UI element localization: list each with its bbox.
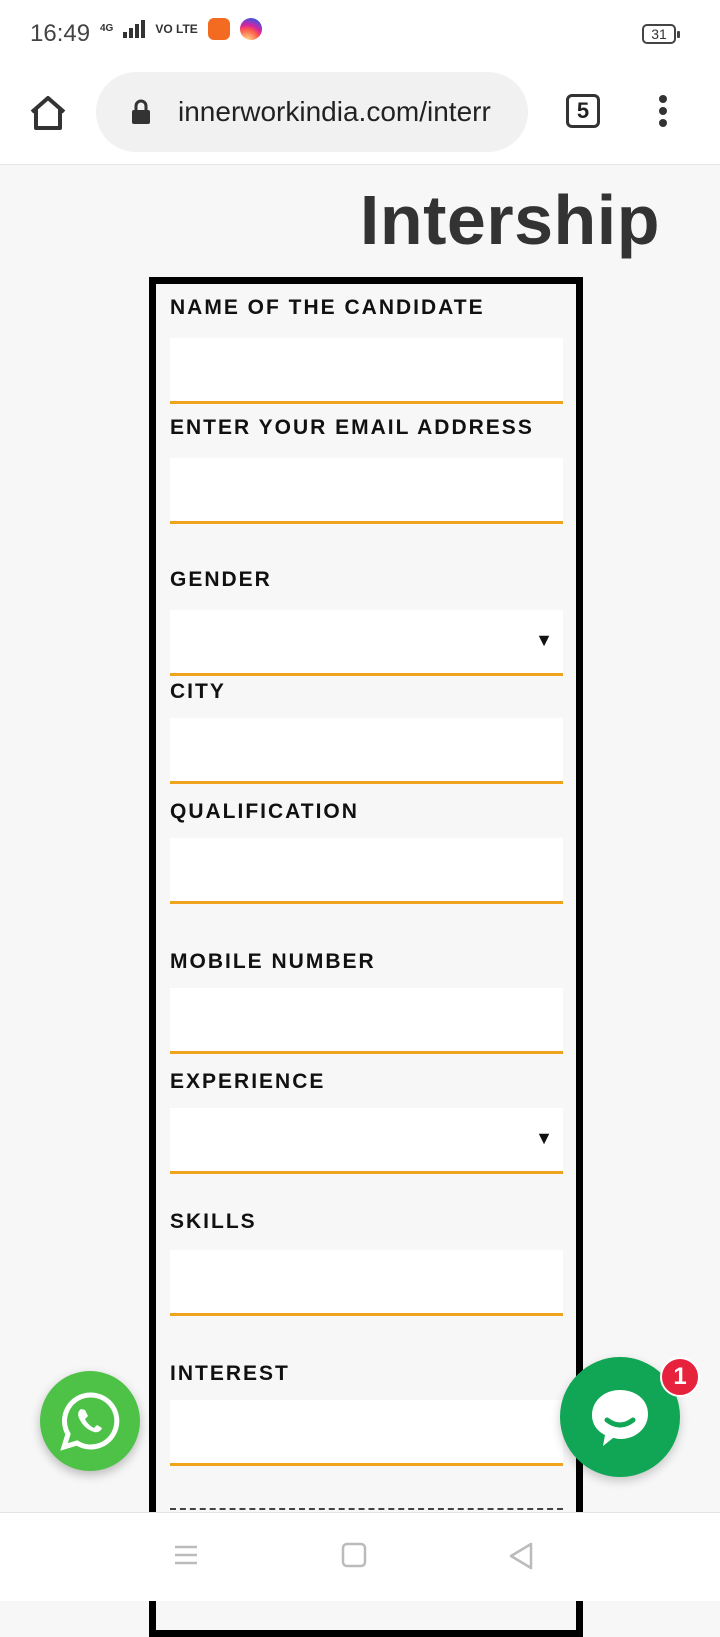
home-button[interactable] (26, 90, 70, 134)
skills-input[interactable] (170, 1250, 563, 1316)
menu-dot-icon (659, 119, 667, 127)
network-type: 4G (100, 23, 114, 34)
page-title: Intership (359, 181, 660, 259)
experience-select[interactable]: ▼ (170, 1108, 563, 1174)
qualification-input[interactable] (170, 838, 563, 904)
lock-icon (132, 99, 150, 124)
label-experience: EXPERIENCE (170, 1070, 326, 1093)
label-mobile: MOBILE NUMBER (170, 950, 376, 973)
home-nav-button[interactable] (340, 1541, 368, 1574)
section-divider (170, 1508, 563, 1510)
status-bar: 16:49 4G VO LTE 31 (0, 0, 720, 72)
back-triangle-icon (509, 1542, 533, 1570)
menu-lines-icon (175, 1545, 197, 1565)
label-interest: INTEREST (170, 1362, 290, 1385)
home-icon (30, 96, 66, 130)
square-icon (341, 1542, 367, 1568)
mobile-number-input[interactable] (170, 988, 563, 1054)
volte-icon: VO LTE (155, 21, 198, 36)
label-name: NAME OF THE CANDIDATE (170, 296, 485, 319)
whatsapp-button[interactable] (40, 1371, 140, 1471)
notification-app-icon (207, 18, 230, 40)
system-nav-bar (0, 1512, 720, 1601)
chat-notification-badge: 1 (660, 1357, 700, 1397)
instagram-icon (239, 18, 262, 40)
menu-dot-icon (659, 107, 667, 115)
label-skills: SKILLS (170, 1210, 257, 1233)
overflow-menu-button[interactable] (654, 92, 672, 132)
chat-bubble-icon (592, 1390, 648, 1446)
chevron-down-icon: ▼ (535, 1128, 553, 1148)
browser-toolbar: innerworkindia.com/interr 5 (0, 72, 720, 165)
label-city: CITY (170, 680, 226, 703)
battery-level: 31 (651, 26, 667, 42)
whatsapp-icon (60, 1392, 120, 1451)
name-input[interactable] (170, 338, 563, 404)
recent-apps-button[interactable] (172, 1541, 200, 1574)
url-text[interactable]: innerworkindia.com/interr (178, 96, 508, 128)
address-bar[interactable]: innerworkindia.com/interr (96, 72, 528, 152)
signal-strength-icon (123, 20, 146, 38)
status-time: 16:49 (30, 20, 91, 47)
label-email: ENTER YOUR EMAIL ADDRESS (170, 416, 534, 439)
city-input[interactable] (170, 718, 563, 784)
chevron-down-icon: ▼ (535, 630, 553, 650)
label-gender: GENDER (170, 568, 272, 591)
status-icons: 4G VO LTE (100, 18, 262, 40)
gender-select[interactable]: ▼ (170, 610, 563, 676)
menu-dot-icon (659, 95, 667, 103)
battery-icon: 31 (642, 24, 680, 44)
label-qualification: QUALIFICATION (170, 800, 359, 823)
interest-input[interactable] (170, 1400, 563, 1466)
email-input[interactable] (170, 458, 563, 524)
back-button[interactable] (506, 1541, 536, 1576)
tab-switcher-button[interactable]: 5 (566, 94, 600, 128)
